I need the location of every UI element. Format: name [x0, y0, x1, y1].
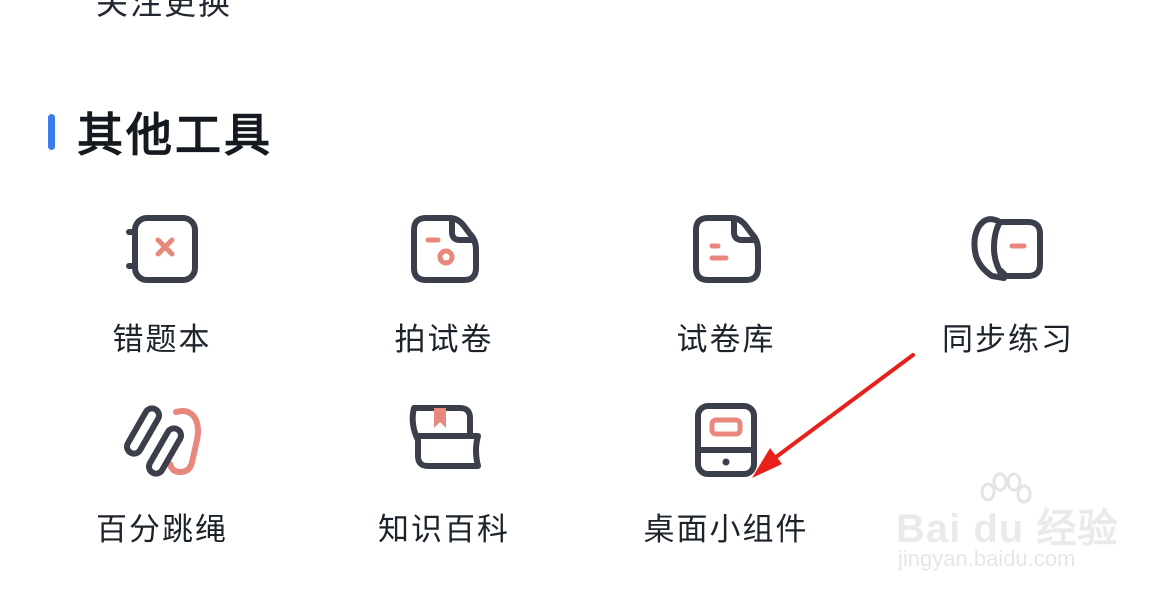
sync-practice-icon: [966, 210, 1050, 294]
knowledge-encyclopedia-icon: [402, 400, 486, 484]
previous-section-item-label[interactable]: 关注更换: [96, 0, 232, 24]
tool-wrong-question-book[interactable]: 错题本: [42, 210, 282, 360]
tool-label: 试卷库: [676, 322, 776, 358]
tool-label: 百分跳绳: [96, 512, 228, 548]
tools-page: 关注更换 其他工具 错题本 拍试卷 试卷库 同步练习 百分跳绳 知识百科 桌面小…: [0, 0, 1170, 598]
tool-sync-practice[interactable]: 同步练习: [888, 210, 1128, 360]
tool-jump-rope[interactable]: 百分跳绳: [42, 400, 282, 550]
test-paper-library-icon: [684, 210, 768, 294]
jump-rope-icon: [120, 400, 204, 484]
photo-test-paper-icon: [402, 210, 486, 294]
tool-label: 同步练习: [942, 322, 1074, 358]
tool-label: 桌面小组件: [643, 512, 809, 548]
section-accent-bar: [48, 114, 55, 150]
baidu-jingyan-watermark: Bai du 经验 jingyan.baidu.com: [896, 470, 1117, 580]
tool-test-paper-library[interactable]: 试卷库: [606, 210, 846, 360]
tool-label: 拍试卷: [394, 322, 494, 358]
tool-label: 知识百科: [378, 512, 510, 548]
section-title: 其他工具: [77, 108, 273, 162]
wrong-question-book-icon: [120, 210, 204, 294]
tool-label: 错题本: [112, 322, 212, 358]
tool-photo-test-paper[interactable]: 拍试卷: [324, 210, 564, 360]
desktop-widget-icon: [684, 400, 768, 484]
tool-desktop-widget[interactable]: 桌面小组件: [606, 400, 846, 550]
section-header: 其他工具: [48, 104, 273, 162]
watermark-url: jingyan.baidu.com: [898, 546, 1076, 571]
tool-knowledge-encyclopedia[interactable]: 知识百科: [324, 400, 564, 550]
